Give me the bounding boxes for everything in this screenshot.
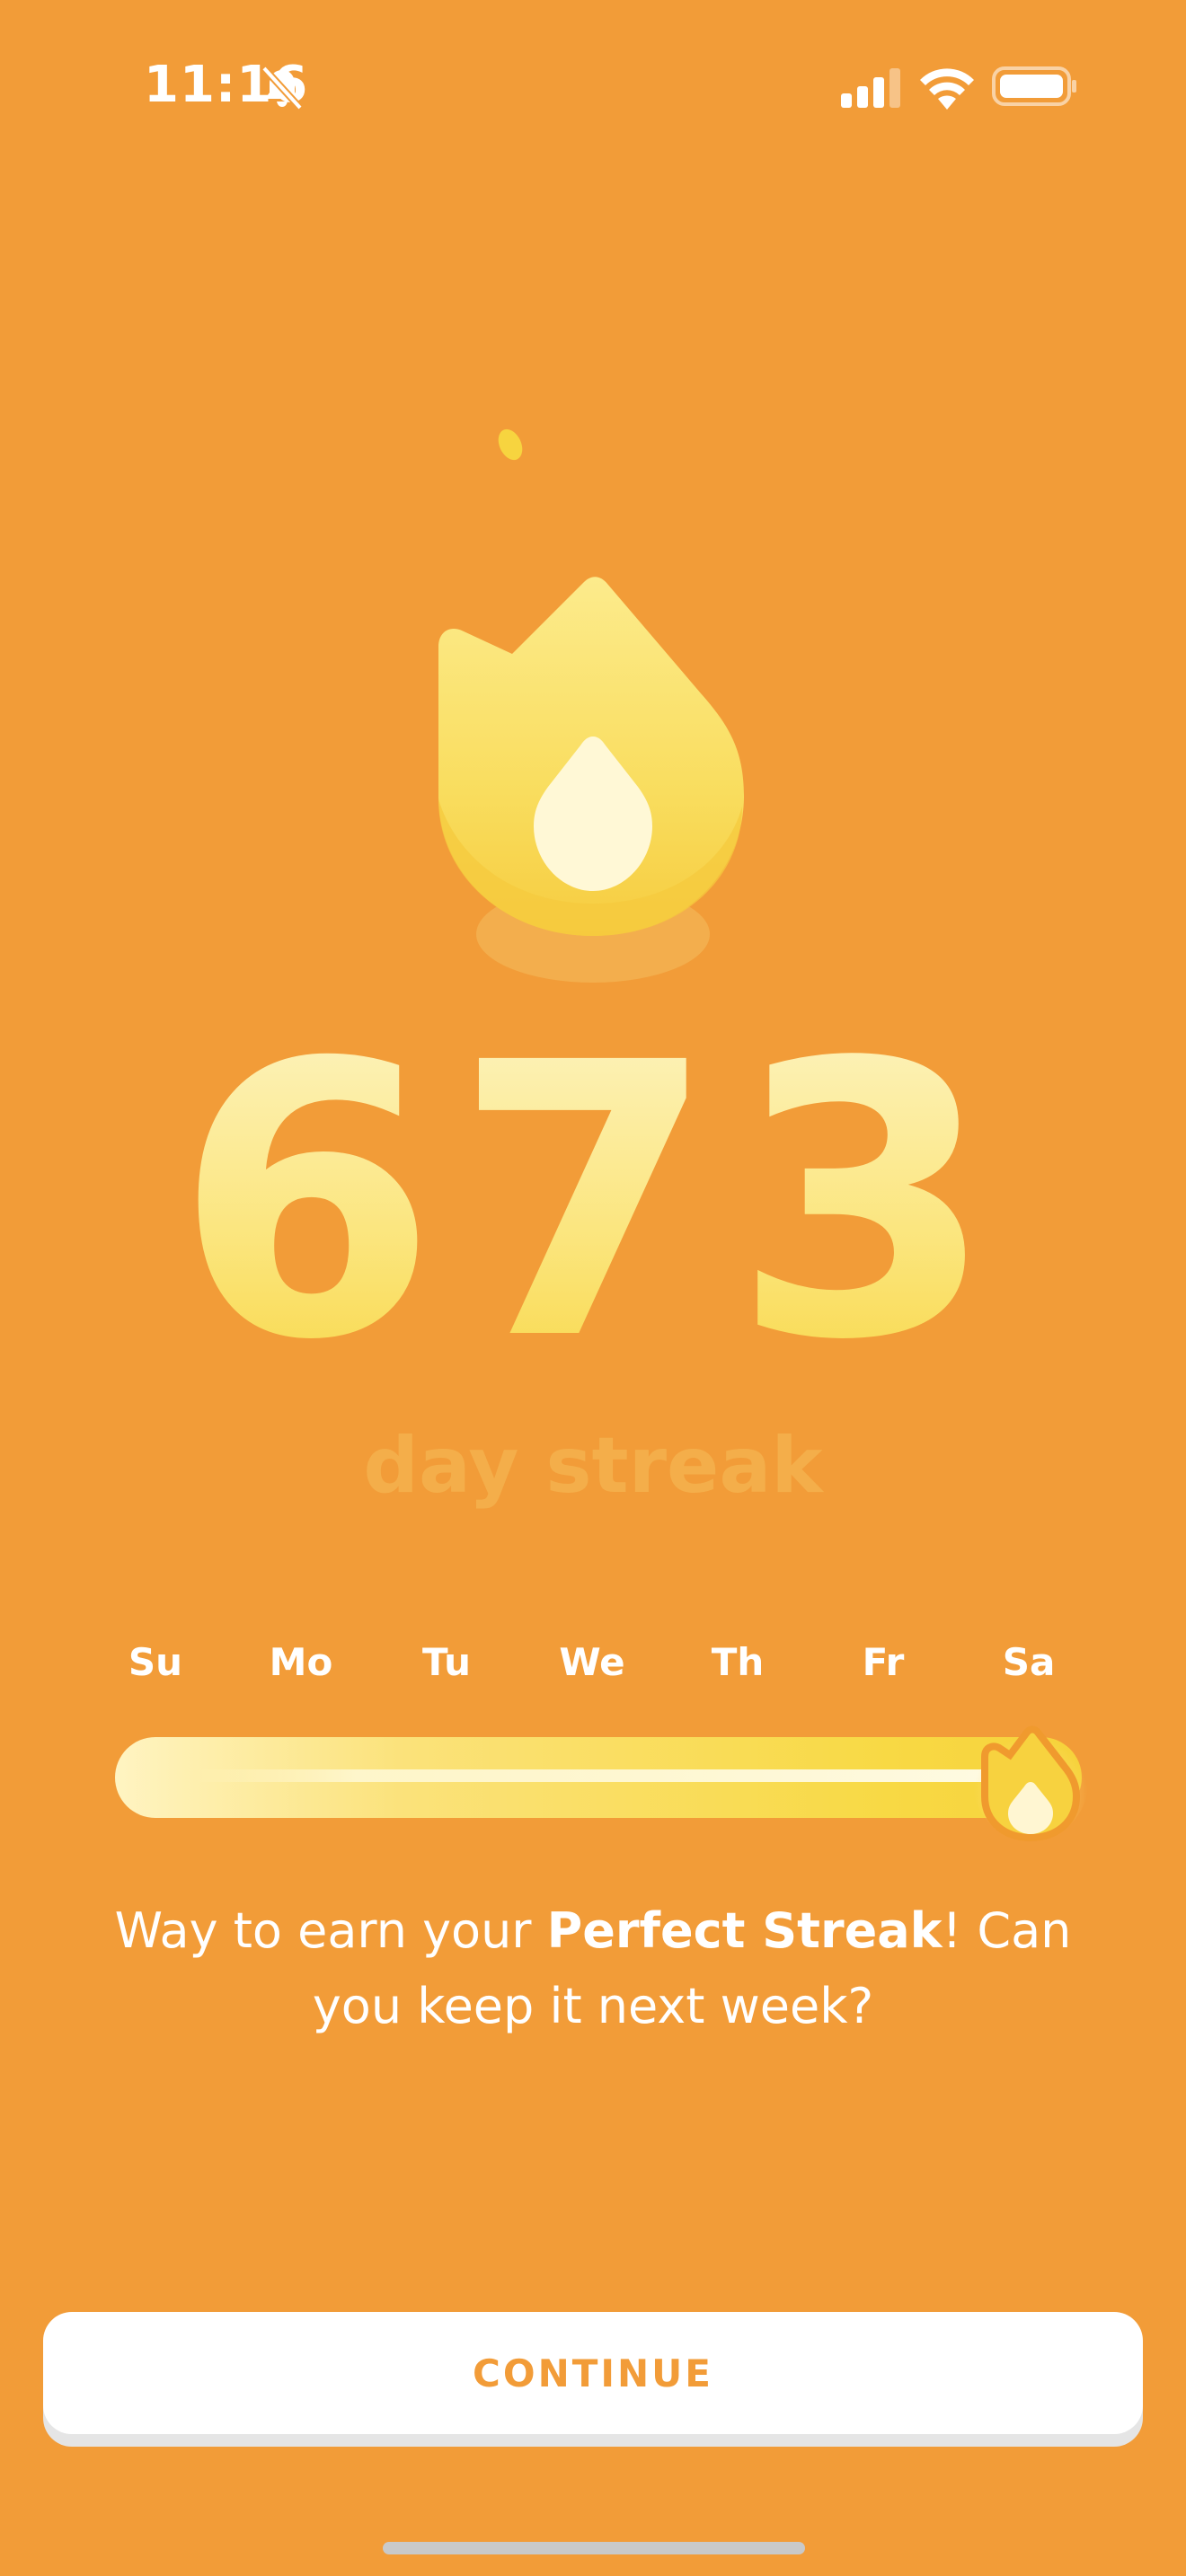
streak-label: day streak xyxy=(363,1421,823,1511)
progress-flame-icon xyxy=(973,1725,1088,1841)
streak-celebration-screen: 11:16 673 day streak Su Mo Tu We Th Fr S… xyxy=(0,0,1186,2576)
streak-flame-icon xyxy=(438,577,744,983)
cellular-signal-icon xyxy=(841,68,900,108)
day-label-th: Th xyxy=(711,1640,765,1684)
encouragement-message: Way to earn your Perfect Streak! Can you… xyxy=(81,1893,1105,2044)
streak-count: 673 xyxy=(0,1015,1186,1392)
message-emphasis: Perfect Streak xyxy=(546,1902,943,1959)
day-label-tu: Tu xyxy=(422,1640,471,1684)
day-label-su: Su xyxy=(128,1640,183,1684)
message-prefix: Way to earn your xyxy=(114,1902,547,1959)
bell-slash-icon xyxy=(261,66,303,110)
day-label-sa: Sa xyxy=(1002,1640,1056,1684)
week-day-labels: Su Mo Tu We Th Fr Sa xyxy=(0,1640,1186,1694)
continue-button-label: CONTINUE xyxy=(473,2351,713,2395)
day-label-we: We xyxy=(559,1640,625,1684)
ember-spark-icon xyxy=(498,428,523,461)
battery-icon xyxy=(992,66,1076,106)
wifi-icon xyxy=(920,68,974,110)
continue-button[interactable]: CONTINUE xyxy=(43,2312,1143,2434)
progress-sheen xyxy=(196,1769,996,1782)
status-bar: 11:16 xyxy=(0,0,1186,171)
week-progress-bar xyxy=(115,1737,1082,1818)
home-indicator[interactable] xyxy=(383,2542,805,2554)
day-label-mo: Mo xyxy=(269,1640,333,1684)
day-label-fr: Fr xyxy=(862,1640,905,1684)
